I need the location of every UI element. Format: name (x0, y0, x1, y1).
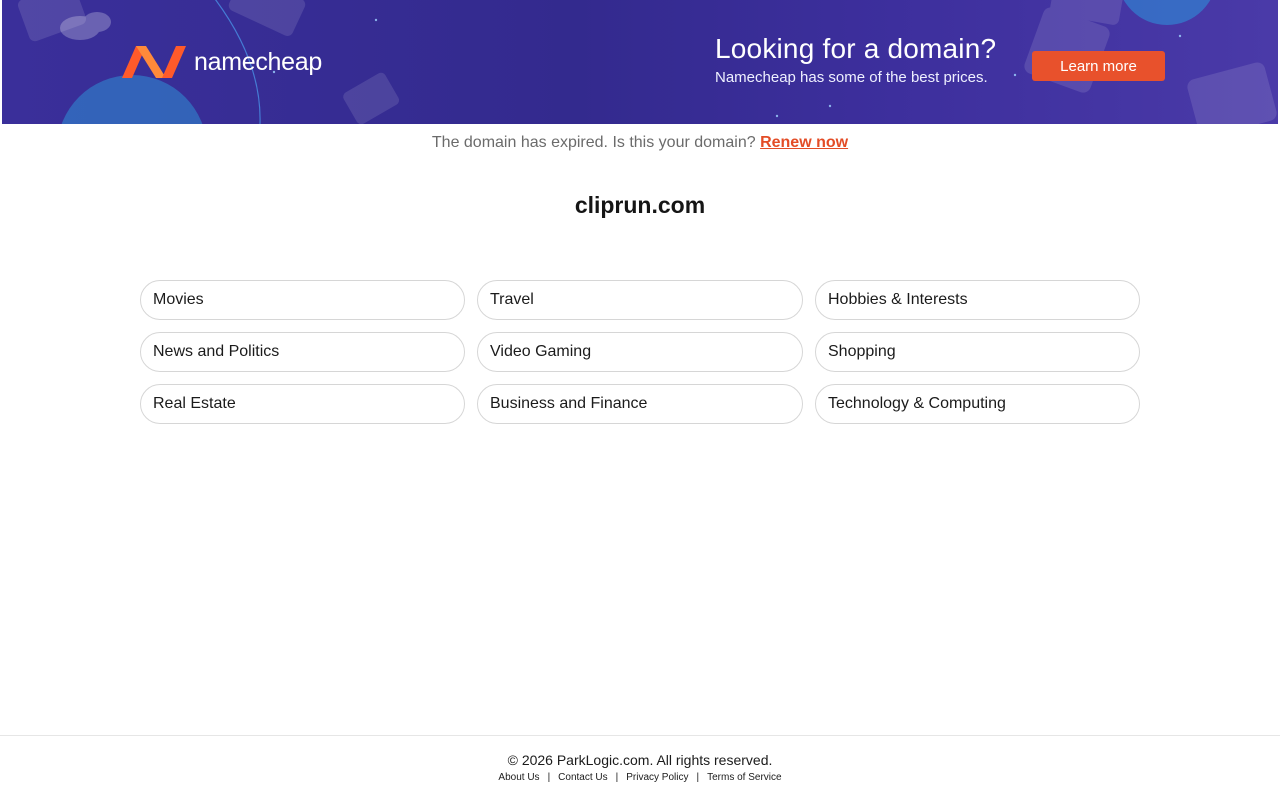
promo-subtitle: Namecheap has some of the best prices. (715, 69, 988, 86)
namecheap-n-logo-icon (122, 46, 186, 78)
category-travel[interactable]: Travel (477, 280, 803, 320)
expired-notice: The domain has expired. Is this your dom… (0, 133, 1280, 153)
logo-text: namecheap (194, 48, 322, 76)
category-news-politics[interactable]: News and Politics (140, 332, 465, 372)
category-movies[interactable]: Movies (140, 280, 465, 320)
domain-name-heading: cliprun.com (574, 192, 706, 218)
renew-now-link[interactable]: Renew now (760, 134, 848, 151)
promo-title: Looking for a domain? (715, 33, 997, 64)
promo-text: Looking for a domain? Namecheap has some… (715, 32, 996, 88)
promo-banner: namecheap Looking for a domain? Namechea… (2, 0, 1278, 124)
footer-separator: | (696, 772, 700, 783)
footer-separator: | (615, 772, 619, 783)
footer-separator: | (547, 772, 551, 783)
copyright-text: © 2026 ParkLogic.com. All rights reserve… (507, 752, 773, 768)
category-grid: Movies Travel Hobbies & Interests News a… (140, 280, 1140, 424)
category-technology-computing[interactable]: Technology & Computing (815, 384, 1140, 424)
learn-more-button[interactable]: Learn more (1032, 51, 1165, 81)
privacy-policy-link[interactable]: Privacy Policy (626, 772, 688, 783)
expired-notice-text: The domain has expired. Is this your dom… (431, 134, 756, 151)
category-real-estate[interactable]: Real Estate (140, 384, 465, 424)
terms-of-service-link[interactable]: Terms of Service (707, 772, 781, 783)
category-shopping[interactable]: Shopping (815, 332, 1140, 372)
about-us-link[interactable]: About Us (498, 772, 539, 783)
category-business-finance[interactable]: Business and Finance (477, 384, 803, 424)
footer-divider (0, 735, 1280, 736)
category-video-gaming[interactable]: Video Gaming (477, 332, 803, 372)
footer-links: About Us | Contact Us | Privacy Policy | Terms… (0, 771, 1280, 785)
category-hobbies-interests[interactable]: Hobbies & Interests (815, 280, 1140, 320)
namecheap-logo[interactable]: namecheap (122, 44, 322, 80)
contact-us-link[interactable]: Contact Us (558, 772, 607, 783)
